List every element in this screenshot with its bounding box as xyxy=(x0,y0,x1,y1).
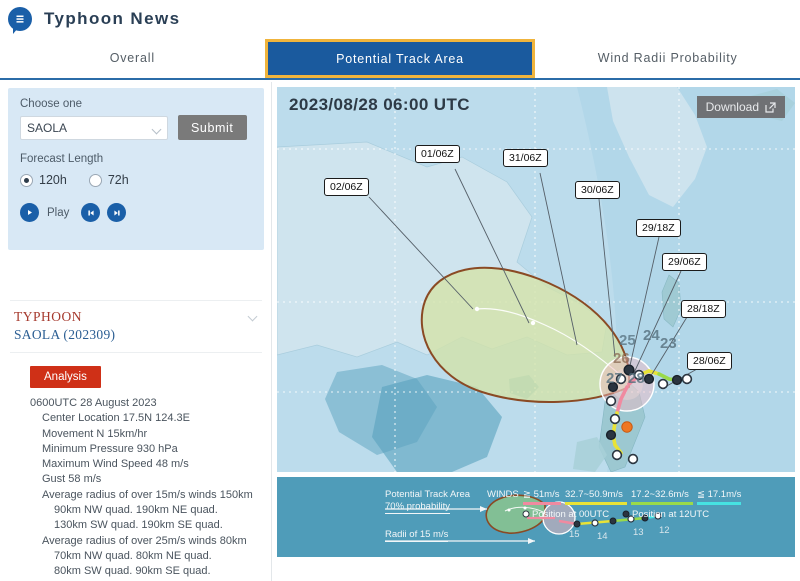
news-bubble-icon xyxy=(8,7,32,34)
radio-120h-label: 120h xyxy=(39,173,67,187)
radio-120h-indicator xyxy=(20,173,33,187)
legend-swatch-2 xyxy=(631,502,693,505)
radius25-line2: 80km SW quad. 90km SE quad. xyxy=(54,565,211,578)
date-mark-24: 24 xyxy=(643,327,660,344)
step-forward-button[interactable] xyxy=(107,203,127,222)
legend-wind-band-2: 17.2~32.6m/s xyxy=(631,489,689,500)
tab-potential-track-area[interactable]: Potential Track Area xyxy=(264,39,536,78)
map-canvas xyxy=(277,87,795,472)
choose-one-label: Choose one xyxy=(20,98,83,110)
storm-select-value: SAOLA xyxy=(27,120,68,135)
analysis-time: 0600UTC 28 August 2023 xyxy=(30,397,157,409)
position-00utc-icon xyxy=(522,510,530,518)
legend-position-12utc: Position at 12UTC xyxy=(632,509,710,520)
forecast-length-radio-group: 120h 72h xyxy=(20,173,252,187)
tabbar: Overall Potential Track Area Wind Radii … xyxy=(0,38,800,80)
legend-swatch-0 xyxy=(523,502,561,505)
playback-controls: Play xyxy=(20,203,252,222)
typhoon-track-map[interactable]: 2023/08/28 06:00 UTC Download 02/06Z 01/… xyxy=(277,87,795,472)
map-timestamp: 2023/08/28 06:00 UTC xyxy=(289,95,470,114)
legend-track-area-line1: Potential Track Area xyxy=(385,489,471,500)
radio-120h[interactable]: 120h xyxy=(20,173,67,187)
forecast-label-02-06z[interactable]: 02/06Z xyxy=(324,178,369,196)
app-header: Typhoon News xyxy=(0,0,800,38)
analysis-button[interactable]: Analysis xyxy=(30,366,101,388)
legend-winds-label: WINDS xyxy=(487,489,519,500)
legend-radii-label: Radii of 15 m/s xyxy=(385,529,449,542)
detail-movement: Movement N 15km/hr xyxy=(42,427,148,440)
detail-center-location: Center Location 17.5N 124.3E xyxy=(42,412,190,425)
legend-swatch-3 xyxy=(697,502,741,505)
radius25-title: Average radius of over 25m/s winds 80km xyxy=(42,534,247,547)
typhoon-header[interactable]: TYPHOON SAOLA (202309) xyxy=(10,300,262,353)
radius15-line2: 130km SW quad. 190km SE quad. xyxy=(54,519,223,532)
legend-position-12utc-row: Position at 12UTC xyxy=(622,509,709,520)
radius15-title: Average radius of over 15m/s winds 150km xyxy=(42,488,253,501)
legend-mini-date-14: 14 xyxy=(597,531,608,542)
date-mark-28: 28 xyxy=(628,370,645,387)
download-label: Download xyxy=(705,100,759,114)
legend-wind-band-1: 32.7~50.9m/s xyxy=(565,489,623,500)
map-column: 2023/08/28 06:00 UTC Download 02/06Z 01/… xyxy=(272,82,800,581)
position-12utc-icon xyxy=(622,510,630,518)
radius25-line1: 70km NW quad. 80km NE quad. xyxy=(54,549,212,562)
legend-wind-band-0: ≧ 51m/s xyxy=(523,489,560,500)
play-button[interactable] xyxy=(20,203,39,222)
legend-mini-date-15: 15 xyxy=(569,529,580,540)
page-title: Typhoon News xyxy=(44,9,181,28)
forecast-label-31-06z[interactable]: 31/06Z xyxy=(503,149,548,167)
legend-wind-band-3: ≦ 17.1m/s xyxy=(697,489,742,500)
analysis-details: 0600UTC 28 August 2023 Center Location 1… xyxy=(30,396,272,580)
detail-gust: Gust 58 m/s xyxy=(42,473,102,486)
detail-maximum-wind-speed: Maximum Wind Speed 48 m/s xyxy=(42,458,189,471)
forecast-label-30-06z[interactable]: 30/06Z xyxy=(575,181,620,199)
legend-position-00utc: Position at 00UTC xyxy=(532,509,610,520)
radio-72h-label: 72h xyxy=(107,173,129,187)
legend-mini-date-13: 13 xyxy=(633,527,644,538)
date-mark-25: 25 xyxy=(619,332,636,349)
chevron-down-icon xyxy=(151,124,162,134)
download-button[interactable]: Download xyxy=(696,96,785,118)
play-label: Play xyxy=(47,206,70,219)
typhoon-kind: TYPHOON xyxy=(14,309,83,324)
date-mark-23: 23 xyxy=(660,335,677,352)
sidebar: Choose one SAOLA Submit Forecast Length … xyxy=(0,82,272,581)
forecast-label-01-06z[interactable]: 01/06Z xyxy=(415,145,460,163)
legend-track-area-line2: 70% probability xyxy=(385,501,450,514)
step-backward-button[interactable] xyxy=(81,203,101,222)
storm-select-row: SAOLA Submit xyxy=(20,115,252,140)
detail-minimum-pressure: Minimum Pressure 930 hPa xyxy=(42,442,178,455)
typhoon-name: SAOLA (202309) xyxy=(14,327,116,342)
control-panel: Choose one SAOLA Submit Forecast Length … xyxy=(8,88,264,250)
map-legend: Potential Track Area 70% probability Rad… xyxy=(277,477,795,557)
radius15-line1: 90km NW quad. 190km NE quad. xyxy=(54,504,218,517)
legend-position-00utc-row: Position at 00UTC xyxy=(522,509,609,520)
forecast-label-29-06z[interactable]: 29/06Z xyxy=(662,253,707,271)
storm-select[interactable]: SAOLA xyxy=(20,115,168,140)
main-content: Choose one SAOLA Submit Forecast Length … xyxy=(0,82,800,581)
submit-button[interactable]: Submit xyxy=(178,115,247,140)
date-mark-27: 27 xyxy=(606,370,623,387)
radio-72h-indicator xyxy=(88,173,102,187)
forecast-label-29-18z[interactable]: 29/18Z xyxy=(636,219,681,237)
tab-overall[interactable]: Overall xyxy=(0,38,265,78)
forecast-label-28-06z[interactable]: 28/06Z xyxy=(687,352,732,370)
radio-72h[interactable]: 72h xyxy=(88,173,129,187)
forecast-label-28-18z[interactable]: 28/18Z xyxy=(681,300,726,318)
date-mark-26: 26 xyxy=(613,350,630,367)
legend-mini-date-12: 12 xyxy=(659,525,670,536)
external-link-icon xyxy=(765,101,776,113)
legend-swatch-1 xyxy=(565,502,627,505)
forecast-length-label: Forecast Length xyxy=(20,153,104,165)
tab-wind-radii-probability[interactable]: Wind Radii Probability xyxy=(535,38,800,78)
